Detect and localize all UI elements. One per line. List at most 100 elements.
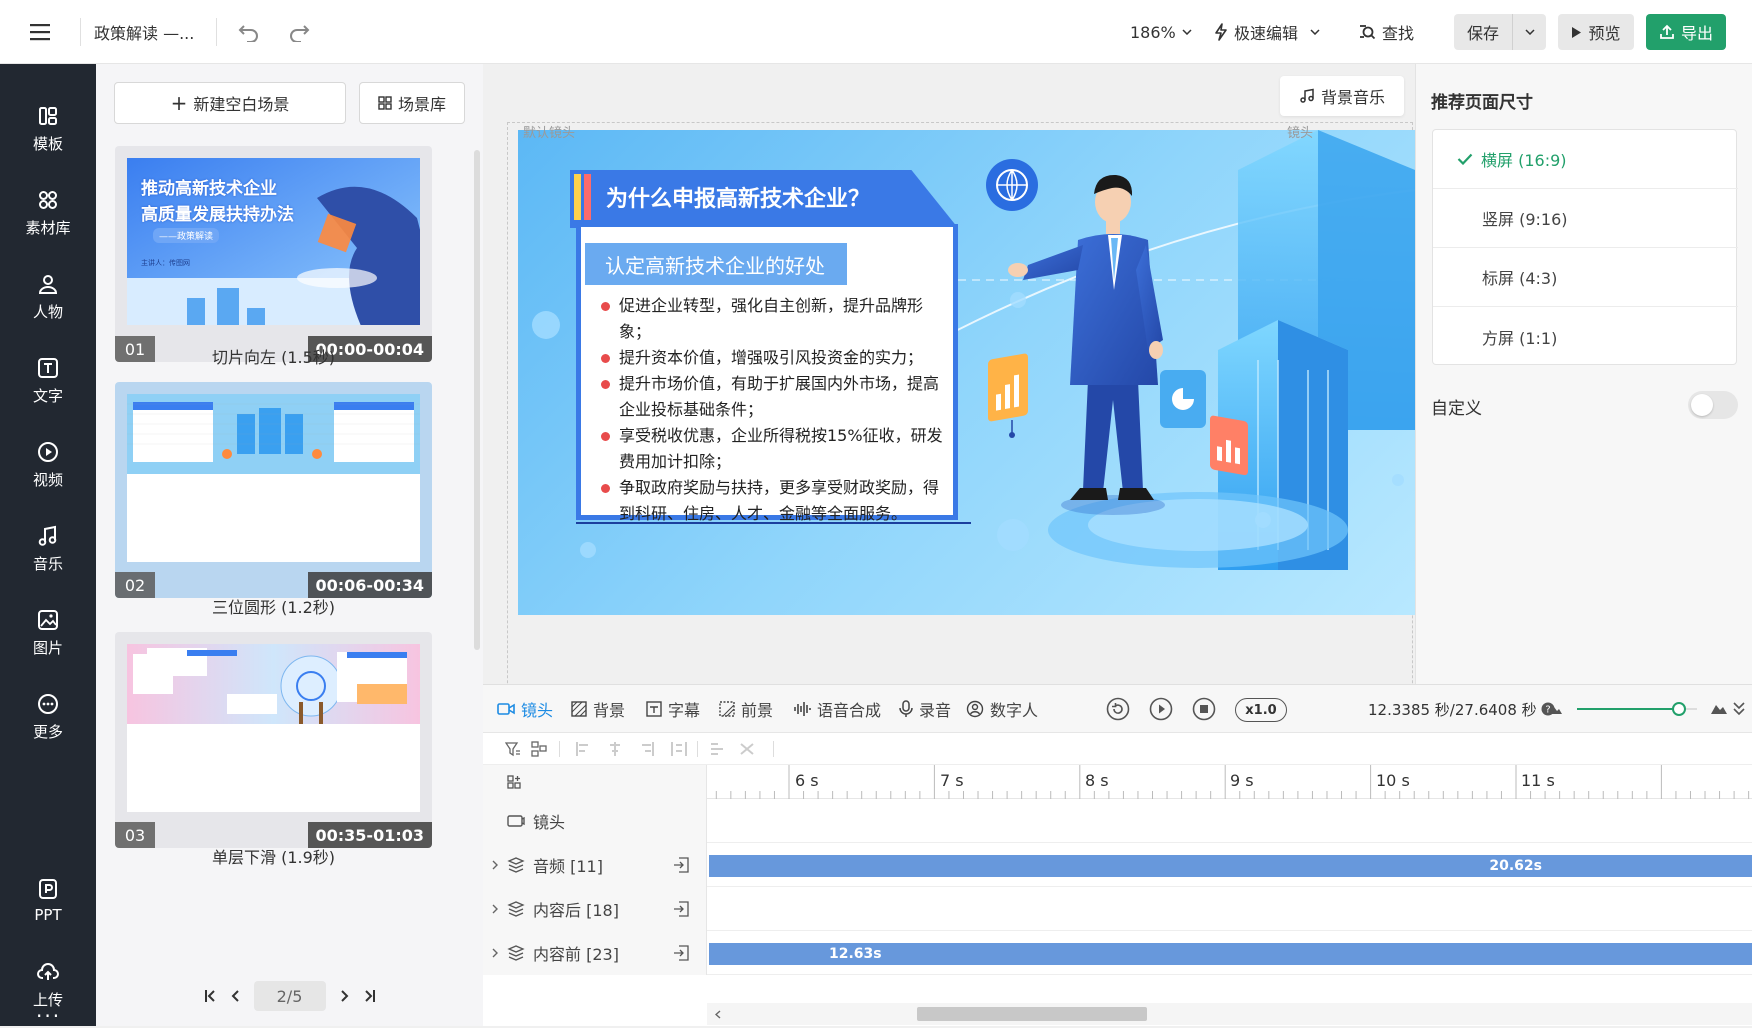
page-size-title: 推荐页面尺寸 xyxy=(1431,93,1533,113)
first-page-button[interactable] xyxy=(204,989,216,1003)
slide-bullet: 提升资本价值，增强吸引风投资金的实力； xyxy=(601,345,949,371)
undo-button[interactable] xyxy=(234,0,264,64)
chevron-left-icon[interactable] xyxy=(715,1010,721,1019)
replay-icon[interactable] xyxy=(1106,697,1130,721)
ruler-tick-label: 8 s xyxy=(1085,771,1109,790)
play-icon[interactable] xyxy=(1149,697,1173,721)
ruler-tick-label: 11 s xyxy=(1521,771,1555,790)
last-page-button[interactable] xyxy=(364,989,376,1003)
page-size-option-standard[interactable]: 标屏 (4:3) xyxy=(1433,248,1738,307)
tab-digital-human[interactable]: 数字人 xyxy=(966,685,1038,733)
nav-text[interactable]: 文字 xyxy=(0,346,96,416)
grid-icon xyxy=(39,190,57,209)
audio-clip[interactable]: 20.62s xyxy=(709,855,1752,877)
bullet-dot xyxy=(601,432,610,441)
align-right-icon xyxy=(642,742,654,756)
chevron-right-icon[interactable] xyxy=(491,903,499,915)
bullet-text: 提升资本价值，增强吸引风投资金的实力； xyxy=(619,348,924,367)
nav-more[interactable]: 更多 xyxy=(0,682,96,752)
background-music-button[interactable]: 背景音乐 xyxy=(1280,76,1404,116)
zoom-out-icon[interactable] xyxy=(1549,703,1563,715)
slide-title[interactable]: 为什么申报高新技术企业？ xyxy=(606,181,870,213)
scene-library-button[interactable]: 场景库 xyxy=(359,82,465,124)
track-content-front[interactable]: 内容前 [23] 12.63s xyxy=(483,931,1752,975)
add-track-icon[interactable] xyxy=(507,775,521,789)
zoom-dropdown[interactable]: 186% xyxy=(1130,0,1192,64)
play-icon xyxy=(1572,26,1582,38)
nav-video[interactable]: 视频 xyxy=(0,430,96,500)
group-icon[interactable] xyxy=(531,741,547,757)
speed-edit-dropdown[interactable]: 极速编辑 xyxy=(1214,0,1320,64)
tab-foreground[interactable]: 前景 xyxy=(719,685,773,733)
page-input[interactable]: 2/5 xyxy=(253,981,326,1011)
nav-overflow-icon[interactable]: ··· xyxy=(36,1004,61,1028)
nav-label: 文字 xyxy=(32,386,63,405)
background-icon xyxy=(571,701,587,717)
menu-button[interactable] xyxy=(22,0,58,64)
filter-icon[interactable] xyxy=(505,741,521,757)
tab-subtitles[interactable]: 字幕 xyxy=(646,685,700,733)
export-button[interactable]: 导出 xyxy=(1646,14,1726,50)
nav-templates[interactable]: 模板 xyxy=(0,94,96,164)
import-icon[interactable] xyxy=(673,901,689,917)
page-size-option-square[interactable]: 方屏 (1:1) xyxy=(1433,307,1738,366)
music-icon xyxy=(1300,88,1314,103)
import-icon[interactable] xyxy=(673,857,689,873)
merge-icon xyxy=(740,743,754,755)
zoom-slider-knob[interactable] xyxy=(1672,702,1686,716)
tab-background[interactable]: 背景 xyxy=(571,685,625,733)
track-audio[interactable]: 音频 [11] 20.62s xyxy=(483,843,1752,887)
next-page-button[interactable] xyxy=(340,989,350,1003)
find-button[interactable]: 查找 xyxy=(1358,0,1414,64)
nav-assets[interactable]: 素材库 xyxy=(0,178,96,248)
save-dropdown[interactable] xyxy=(1512,14,1546,50)
slide-stage[interactable]: 为什么申报高新技术企业？ 认定高新技术企业的好处 促进企业转型，强化自主创新，提… xyxy=(518,130,1415,615)
preview-button[interactable]: 预览 xyxy=(1558,14,1634,50)
lens-tag: 镜头 xyxy=(1287,126,1314,141)
scenes-scrollbar[interactable] xyxy=(474,150,480,650)
toggle-knob xyxy=(1691,394,1713,416)
nav-images[interactable]: 图片 xyxy=(0,598,96,668)
tab-recording[interactable]: 录音 xyxy=(899,685,951,733)
thumb-subtitle: ——政策解读 xyxy=(153,228,220,243)
bullet-text: 提升市场价值，有助于扩展国内外市场，提高企业投标基础条件； xyxy=(619,374,940,419)
zoom-in-icon[interactable] xyxy=(1710,701,1728,715)
last-page-icon xyxy=(364,990,375,1002)
bullet-text: 争取政府奖励与扶持，更多享受财政奖励，得到科研、住房、人才、金融等全面服务。 xyxy=(619,478,940,523)
time-ruler[interactable]: 6 s 7 s 8 s 9 s 10 s 11 s xyxy=(707,765,1752,799)
chevron-right-icon[interactable] xyxy=(491,947,499,959)
new-blank-scene-button[interactable]: + 新建空白场景 xyxy=(114,82,346,124)
collapse-icon[interactable] xyxy=(1732,701,1746,717)
timeline-scrollbar[interactable] xyxy=(707,1003,1752,1025)
track-lens[interactable]: 镜头 xyxy=(483,799,1752,843)
scene-card-selected[interactable]: 02 00:06-00:34 xyxy=(115,382,432,598)
nav-ppt[interactable]: PPT xyxy=(0,866,96,936)
prev-page-button[interactable] xyxy=(230,989,240,1003)
tab-lens[interactable]: 镜头 xyxy=(497,685,553,733)
page-size-option-portrait[interactable]: 竖屏 (9:16) xyxy=(1433,189,1738,248)
chevron-right-icon[interactable] xyxy=(491,859,499,871)
layer-link-icon xyxy=(507,901,525,917)
zoom-slider-track[interactable] xyxy=(1577,702,1697,716)
content-clip[interactable]: 12.63s xyxy=(709,943,1752,965)
custom-size-toggle[interactable] xyxy=(1688,391,1738,419)
page-size-option-landscape[interactable]: 横屏 (16:9) xyxy=(1433,130,1738,189)
align-left-icon xyxy=(576,742,588,756)
save-button[interactable]: 保存 xyxy=(1454,14,1546,50)
find-label: 查找 xyxy=(1382,24,1415,43)
track-name: 音频 [11] xyxy=(533,857,603,876)
redo-button[interactable] xyxy=(284,0,314,64)
doc-title[interactable]: 政策解读 —... xyxy=(94,0,206,64)
nav-music[interactable]: 音乐 xyxy=(0,514,96,584)
playback-speed[interactable]: x1.0 xyxy=(1235,698,1287,722)
tab-tts[interactable]: 语音合成 xyxy=(793,685,881,733)
import-icon[interactable] xyxy=(673,945,689,961)
scrollbar-thumb[interactable] xyxy=(917,1007,1147,1021)
thumb-speaker: 主讲人：传图网 xyxy=(141,259,190,267)
scene-card[interactable]: 03 00:35-01:03 xyxy=(115,632,432,848)
stop-icon[interactable] xyxy=(1192,697,1216,721)
scene-card[interactable]: 推动高新技术企业 高质量发展扶持办法 ——政策解读 主讲人：传图网 01 00:… xyxy=(115,146,432,362)
track-content-back[interactable]: 内容后 [18] xyxy=(483,887,1752,931)
slide-content-box[interactable]: 认定高新技术企业的好处 促进企业转型，强化自主创新，提升品牌形象； 提升资本价值… xyxy=(576,224,958,523)
nav-people[interactable]: 人物 xyxy=(0,262,96,332)
